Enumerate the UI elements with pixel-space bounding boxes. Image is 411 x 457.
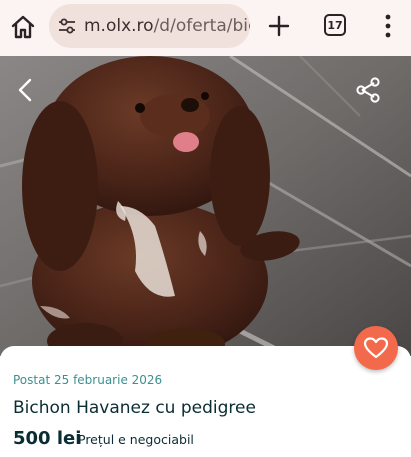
home-icon[interactable] [8,12,38,42]
listing-photo[interactable] [0,56,411,356]
site-settings-icon[interactable] [57,16,77,36]
negotiable-label: Prețul e negociabil [78,432,194,447]
url-host: m.olx.ro [84,16,154,36]
puppy-photo [0,56,411,356]
more-menu-icon[interactable] [381,13,395,39]
back-arrow-icon[interactable] [12,76,40,104]
new-tab-icon[interactable] [266,12,292,40]
address-bar[interactable]: m.olx.ro/d/oferta/bić [49,4,250,48]
url-text: m.olx.ro/d/oferta/bić [84,15,250,37]
listing-price: 500 lei [13,428,82,449]
share-icon[interactable] [354,76,382,104]
posted-date: Postat 25 februarie 2026 [13,373,163,387]
listing-title: Bichon Havanez cu pedigree [13,398,256,418]
url-path: /d/oferta/bić [153,16,250,36]
browser-toolbar: m.olx.ro/d/oferta/bić 17 [0,0,411,56]
tab-switcher-icon[interactable]: 17 [324,14,346,36]
favorite-button[interactable] [354,326,398,370]
heart-icon [363,337,389,359]
